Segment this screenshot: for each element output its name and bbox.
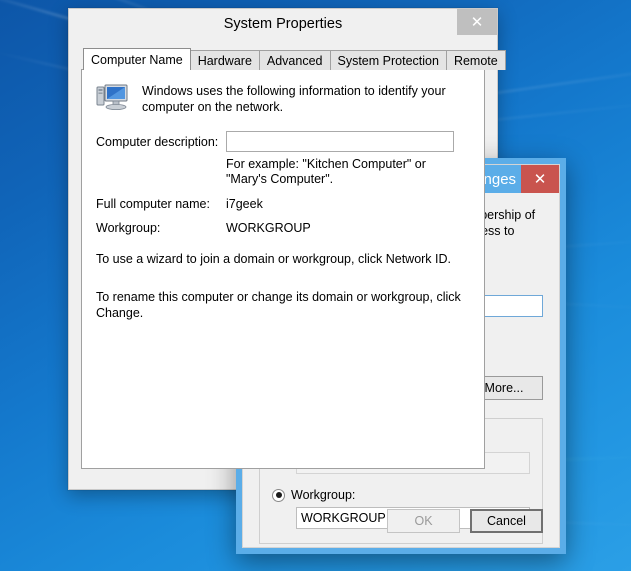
close-icon[interactable]: ✕ [457, 9, 497, 35]
system-properties-title: System Properties [223, 16, 343, 32]
workgroup-value: WORKGROUP [226, 221, 311, 235]
computer-name-tab-panel: Windows uses the following information t… [81, 69, 485, 469]
rename-text: To rename this computer or change its do… [96, 290, 461, 320]
workgroup-radio-row[interactable]: Workgroup: [272, 488, 530, 502]
system-properties-body: Computer Name Hardware Advanced System P… [69, 39, 506, 489]
workgroup-row: Workgroup: WORKGROUP [96, 221, 470, 235]
tab-remote[interactable]: Remote [445, 50, 506, 70]
cancel-button[interactable]: Cancel [470, 509, 543, 533]
computer-icon [96, 83, 130, 115]
full-computer-name-row: Full computer name: i7geek [96, 197, 470, 211]
tab-advanced[interactable]: Advanced [258, 50, 331, 70]
network-id-text: To use a wizard to join a domain or work… [96, 252, 452, 266]
system-properties-tabstrip: Computer Name Hardware Advanced System P… [83, 48, 506, 70]
tab-hardware[interactable]: Hardware [189, 50, 260, 70]
tab-system-protection[interactable]: System Protection [329, 50, 447, 70]
full-computer-name-label: Full computer name: [96, 197, 210, 211]
workgroup-label: Workgroup: [291, 488, 356, 502]
workgroup-radio[interactable] [272, 488, 285, 502]
system-properties-window: System Properties ✕ Computer Name Hardwa… [68, 8, 506, 490]
computer-description-hint: For example: "Kitchen Computer" or "Mary… [226, 157, 426, 186]
system-properties-titlebar[interactable]: System Properties ✕ [69, 9, 497, 39]
intro-text: Windows uses the following information t… [142, 84, 446, 114]
workgroup-label: Workgroup: [96, 221, 161, 235]
close-glyph: ✕ [533, 170, 547, 188]
computer-description-row: Computer description: [96, 131, 470, 152]
close-glyph: ✕ [470, 13, 484, 31]
computer-description-label: Computer description: [96, 134, 219, 149]
ok-button[interactable]: OK [387, 509, 460, 533]
computer-description-input[interactable] [226, 131, 454, 152]
close-icon[interactable]: ✕ [521, 165, 559, 193]
intro-row: Windows uses the following information t… [96, 82, 470, 115]
tab-computer-name[interactable]: Computer Name [83, 48, 191, 70]
full-computer-name-value: i7geek [226, 197, 263, 211]
dialog-footer-buttons: OK Cancel [387, 509, 543, 533]
